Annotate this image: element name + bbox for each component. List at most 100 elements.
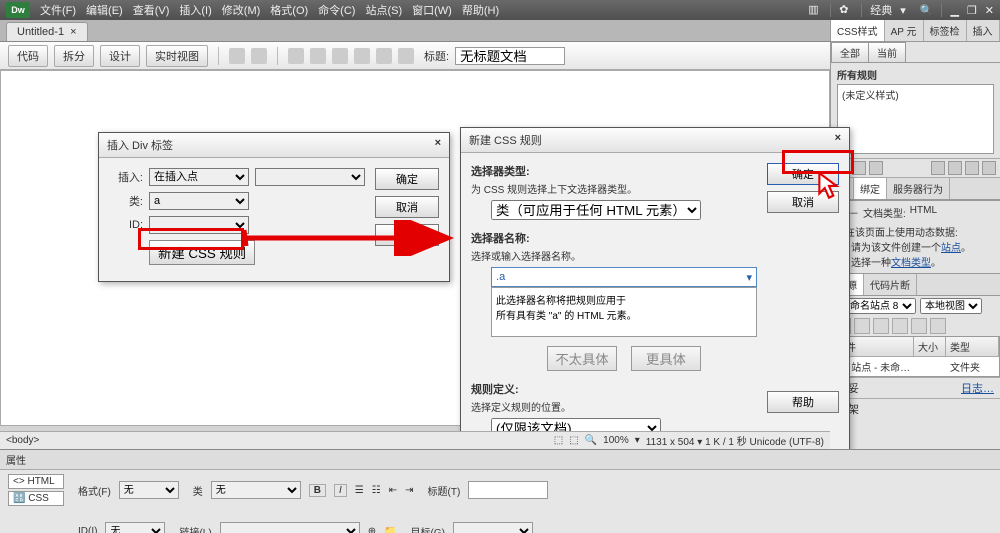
insert-at-select[interactable] [255,168,365,186]
menu-insert[interactable]: 插入(I) [179,2,211,18]
tab-css-styles[interactable]: CSS样式 [831,20,885,41]
close-icon[interactable]: × [835,132,841,148]
menu-edit[interactable]: 编辑(E) [86,2,123,18]
more-specific-button[interactable]: 更具体 [631,346,701,371]
list-ul-icon[interactable]: ☰ [355,485,364,496]
less-specific-button[interactable]: 不太具体 [547,346,617,371]
get-icon[interactable] [873,318,889,334]
tool-icon[interactable] [354,48,370,64]
mode-css-button[interactable]: 🔠 CSS [8,491,64,506]
tool-icon[interactable] [332,48,348,64]
prop-icon[interactable] [852,161,866,175]
close-icon[interactable]: × [435,137,441,153]
title-input[interactable] [468,481,548,499]
insert-select[interactable]: 在插入点 [149,168,249,186]
tab-ap-elements[interactable]: AP 元 [885,20,924,41]
document-tab[interactable]: Untitled-1 × [6,22,88,41]
id-select[interactable]: 无 [105,522,165,533]
files-table[interactable]: 文件 大小 类型 📁 站点 - 未命… 文件夹 [831,336,1000,377]
outdent-icon[interactable]: ⇤ [389,485,397,496]
new-icon[interactable] [948,161,962,175]
rules-list[interactable]: (未定义样式) [837,84,994,154]
menu-view[interactable]: 查看(V) [133,2,170,18]
tool-icon[interactable] [398,48,414,64]
menu-site[interactable]: 站点(S) [365,2,402,18]
tab-bindings[interactable]: 绑定 [854,178,887,199]
window-size[interactable]: 1131 x 504 ▾ 1 K / 1 秒 Unicode (UTF-8) [646,433,824,448]
tool-icon[interactable] [288,48,304,64]
tab-insert[interactable]: 插入 [967,20,1000,41]
view-live-button[interactable]: 实时视图 [146,45,208,67]
menu-help[interactable]: 帮助(H) [462,2,499,18]
put-icon[interactable] [892,318,908,334]
bold-button[interactable]: B [309,484,326,497]
target-select[interactable] [453,522,533,533]
close-icon[interactable]: ✕ [985,4,994,17]
zoom-value[interactable]: 100% [603,435,629,446]
view-select[interactable]: 本地视图 [920,298,982,314]
list-ol-icon[interactable]: ☷ [372,485,381,496]
remove-icon[interactable]: － [849,205,859,220]
tag-selector[interactable]: <body> [6,435,39,446]
search-icon[interactable]: 🔍 [920,4,934,17]
layout-icon[interactable]: ▥ [808,3,822,17]
help-button[interactable]: 帮助 [767,391,839,413]
format-select[interactable]: 无 [119,481,179,499]
browse-icon[interactable]: 📁 [384,526,396,533]
ok-button[interactable]: 确定 [375,168,439,190]
menu-commands[interactable]: 命令(C) [318,2,355,18]
hand-tool-icon[interactable]: ⬚ [554,435,563,446]
properties-panel: 属性 <> HTML 🔠 CSS 格式(F) 无 类 无 B I ☰ ☷ ⇤ ⇥… [0,449,1000,533]
sync-icon[interactable] [911,318,927,334]
menu-modify[interactable]: 修改(M) [222,2,261,18]
view-split-button[interactable]: 拆分 [54,45,94,67]
point-to-file-icon[interactable]: ⊕ [368,526,376,533]
title-input[interactable] [455,47,565,65]
close-tab-icon[interactable]: × [70,26,76,38]
italic-button[interactable]: I [334,484,347,497]
new-css-rule-button[interactable]: 新建 CSS 规则 [149,240,255,265]
refresh-icon[interactable] [854,318,870,334]
minimize-icon[interactable]: ▁ [950,4,958,17]
mode-html-button[interactable]: <> HTML [8,474,64,489]
css-current-button[interactable]: 当前 [868,42,906,62]
site-link[interactable]: 站点 [941,243,961,254]
layout-preset[interactable]: 经典 [870,2,892,18]
tab-tag-inspector[interactable]: 标签检 [924,20,967,41]
maximize-icon[interactable]: ❐ [967,4,977,17]
tool-icon[interactable] [229,48,245,64]
expand-icon[interactable] [930,318,946,334]
tab-snippets[interactable]: 代码片断 [864,274,917,295]
help-button[interactable]: 帮助 [375,224,439,246]
menu-window[interactable]: 窗口(W) [412,2,452,18]
tool-icon[interactable] [376,48,392,64]
log-link[interactable]: 日志… [961,380,994,396]
view-design-button[interactable]: 设计 [100,45,140,67]
id-select[interactable] [149,216,249,234]
edit-icon[interactable] [965,161,979,175]
menu-file[interactable]: 文件(F) [40,2,76,18]
indent-icon[interactable]: ⇥ [405,485,413,496]
tool-icon[interactable] [310,48,326,64]
cancel-button[interactable]: 取消 [375,196,439,218]
css-all-button[interactable]: 全部 [831,42,869,62]
selector-name-input[interactable]: .a▾ [491,267,757,287]
chevron-down-icon[interactable]: ▾ [900,4,906,17]
delete-icon[interactable] [982,161,996,175]
tool-icon[interactable] [251,48,267,64]
class-select[interactable]: 无 [211,481,301,499]
id-label: ID: [109,219,143,231]
gear-icon[interactable]: ✿ [839,3,853,17]
zoom-icon[interactable]: 🔍 [585,435,597,446]
tab-server-behaviors[interactable]: 服务器行为 [887,178,950,199]
doctype-link[interactable]: 文档类型 [891,258,931,269]
table-row[interactable]: 📁 站点 - 未命… 文件夹 [832,357,999,376]
menu-format[interactable]: 格式(O) [270,2,308,18]
select-tool-icon[interactable]: ⬚ [569,435,578,446]
class-select[interactable]: a [149,192,249,210]
attach-icon[interactable] [931,161,945,175]
prop-icon[interactable] [869,161,883,175]
view-code-button[interactable]: 代码 [8,45,48,67]
selector-type-select[interactable]: 类（可应用于任何 HTML 元素） [491,200,701,220]
link-select[interactable] [220,522,360,533]
